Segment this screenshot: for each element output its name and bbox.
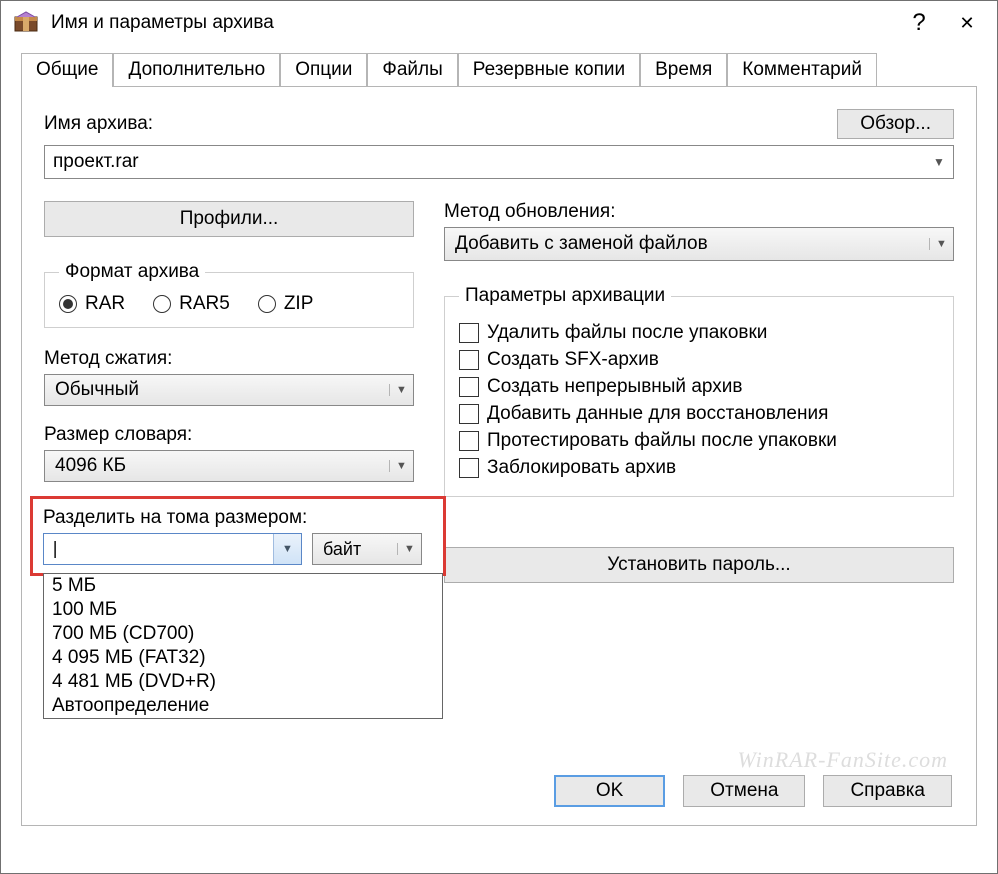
tab-panel-general: Имя архива: Обзор... ▼ Профили... Формат… (21, 86, 977, 826)
tab-options[interactable]: Опции (280, 53, 367, 87)
check-lock[interactable]: Заблокировать архив (459, 457, 939, 479)
titlebar: Имя и параметры архива ? ✕ (1, 1, 997, 45)
dialog-footer: OK Отмена Справка (554, 775, 952, 807)
split-option[interactable]: 4 481 МБ (DVD+R) (44, 670, 442, 694)
split-option[interactable]: 700 МБ (CD700) (44, 622, 442, 646)
radio-rar[interactable]: RAR (59, 293, 125, 315)
dialog-window: Имя и параметры архива ? ✕ Общие Дополни… (0, 0, 998, 874)
tab-advanced[interactable]: Дополнительно (113, 53, 280, 87)
tab-time[interactable]: Время (640, 53, 727, 87)
dictionary-select[interactable]: 4096 КБ ▼ (44, 450, 414, 482)
close-icon[interactable]: ✕ (943, 3, 991, 43)
split-label: Разделить на тома размером: (43, 507, 433, 529)
tab-general[interactable]: Общие (21, 53, 113, 87)
ok-button[interactable]: OK (554, 775, 665, 807)
split-volumes-highlight: Разделить на тома размером: ▼ байт ▼ 5 М… (30, 496, 446, 576)
format-legend: Формат архива (59, 261, 205, 283)
winrar-icon (13, 11, 41, 35)
watermark-text: WinRAR-FanSite.com (738, 747, 948, 773)
compression-select[interactable]: Обычный ▼ (44, 374, 414, 406)
tab-comment[interactable]: Комментарий (727, 53, 877, 87)
split-unit-select[interactable]: байт ▼ (312, 533, 422, 565)
cancel-button[interactable]: Отмена (683, 775, 805, 807)
chevron-down-icon[interactable]: ▼ (925, 155, 953, 169)
split-size-dropdown: 5 МБ 100 МБ 700 МБ (CD700) 4 095 МБ (FAT… (43, 573, 443, 719)
chevron-down-icon[interactable]: ▼ (389, 384, 413, 396)
tab-files[interactable]: Файлы (367, 53, 457, 87)
check-recovery[interactable]: Добавить данные для восстановления (459, 403, 939, 425)
help-button[interactable]: Справка (823, 775, 952, 807)
dictionary-label: Размер словаря: (44, 424, 414, 446)
split-size-combo[interactable]: ▼ (43, 533, 302, 565)
split-option[interactable]: 100 МБ (44, 598, 442, 622)
split-option[interactable]: Автоопределение (44, 694, 442, 718)
compression-label: Метод сжатия: (44, 348, 414, 370)
split-size-input[interactable] (44, 534, 273, 564)
tab-strip: Общие Дополнительно Опции Файлы Резервны… (1, 45, 997, 86)
profiles-button[interactable]: Профили... (44, 201, 414, 237)
archive-name-label: Имя архива: (44, 113, 153, 135)
archive-name-input[interactable] (45, 147, 925, 177)
chevron-down-icon[interactable]: ▼ (397, 543, 421, 555)
chevron-down-icon[interactable]: ▼ (929, 238, 953, 250)
radio-zip[interactable]: ZIP (258, 293, 314, 315)
check-delete-files[interactable]: Удалить файлы после упаковки (459, 322, 939, 344)
split-option[interactable]: 5 МБ (44, 574, 442, 598)
set-password-button[interactable]: Установить пароль... (444, 547, 954, 583)
update-method-label: Метод обновления: (444, 201, 954, 223)
tab-backup[interactable]: Резервные копии (458, 53, 640, 87)
check-sfx[interactable]: Создать SFX-архив (459, 349, 939, 371)
archive-name-combo[interactable]: ▼ (44, 145, 954, 179)
check-solid[interactable]: Создать непрерывный архив (459, 376, 939, 398)
update-method-select[interactable]: Добавить с заменой файлов ▼ (444, 227, 954, 261)
split-option[interactable]: 4 095 МБ (FAT32) (44, 646, 442, 670)
check-test[interactable]: Протестировать файлы после упаковки (459, 430, 939, 452)
window-title: Имя и параметры архива (51, 12, 895, 34)
browse-button[interactable]: Обзор... (837, 109, 954, 139)
help-icon[interactable]: ? (895, 3, 943, 43)
radio-rar5[interactable]: RAR5 (153, 293, 230, 315)
params-legend: Параметры архивации (459, 285, 671, 307)
chevron-down-icon[interactable]: ▼ (273, 534, 301, 564)
chevron-down-icon[interactable]: ▼ (389, 460, 413, 472)
